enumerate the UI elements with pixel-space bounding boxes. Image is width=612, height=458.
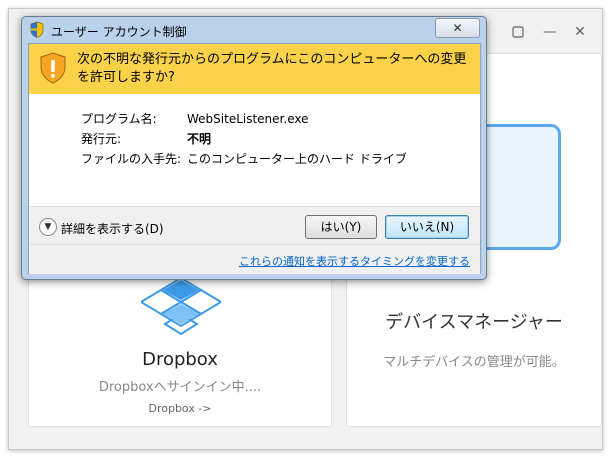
notification-settings-link[interactable]: これらの通知を表示するタイミングを変更する: [239, 253, 470, 269]
chevron-down-icon[interactable]: ▼: [39, 218, 57, 236]
no-button[interactable]: いいえ(N): [385, 215, 469, 239]
uac-question: 次の不明な発行元からのプログラムにこのコンピューターへの変更を許可しますか?: [77, 52, 467, 85]
dropbox-status: Dropboxへサインイン中....: [98, 380, 262, 395]
yes-button[interactable]: はい(Y): [305, 215, 377, 239]
uac-actions: ▼ 詳細を表示する(D) はい(Y) いいえ(N): [29, 206, 480, 245]
gear-icon[interactable]: [507, 21, 529, 43]
dropbox-title: Dropbox: [142, 349, 218, 370]
program-name-row: プログラム名: WebSiteListener.exe: [81, 110, 308, 127]
uac-title: ユーザー アカウント制御: [51, 25, 187, 39]
minimize-button[interactable]: —: [539, 21, 561, 43]
uac-warning-banner: 次の不明な発行元からのプログラムにこのコンピューターへの変更を許可しますか?: [29, 44, 480, 94]
uac-body: 次の不明な発行元からのプログラムにこのコンピューターへの変更を許可しますか? プ…: [28, 43, 481, 274]
warning-shield-icon: [39, 52, 67, 88]
origin-label: ファイルの入手先:: [81, 152, 182, 166]
publisher-label: 発行元:: [81, 132, 122, 146]
phone-icon: [477, 124, 561, 250]
dropbox-link[interactable]: Dropbox ->: [29, 402, 331, 415]
device-manager-description: マルチデバイスの管理が可能。: [383, 355, 565, 370]
uac-dialog: ユーザー アカウント制御 ✕ 次の不明な発行元からのプログラムにこのコンピュータ…: [21, 16, 487, 280]
program-name-label: プログラム名:: [81, 112, 157, 126]
dropbox-icon: [139, 274, 223, 344]
publisher-row: 発行元: 不明: [81, 130, 211, 147]
uac-close-button[interactable]: ✕: [435, 18, 480, 38]
publisher-value: 不明: [187, 132, 212, 146]
program-name-value: WebSiteListener.exe: [187, 112, 309, 126]
device-manager-title: デバイスマネージャー: [385, 312, 563, 333]
origin-value: このコンピューター上のハード ドライブ: [187, 152, 407, 166]
origin-row: ファイルの入手先: このコンピューター上のハード ドライブ: [81, 150, 407, 167]
show-details-button[interactable]: 詳細を表示する(D): [61, 220, 164, 237]
close-button[interactable]: ✕: [569, 21, 591, 43]
uac-details: プログラム名: WebSiteListener.exe 発行元: 不明 ファイルの入…: [29, 94, 480, 206]
uac-titlebar: ユーザー アカウント制御 ✕: [22, 17, 486, 43]
uac-footer: これらの通知を表示するタイミングを変更する: [29, 244, 480, 274]
shield-icon: [29, 21, 45, 42]
